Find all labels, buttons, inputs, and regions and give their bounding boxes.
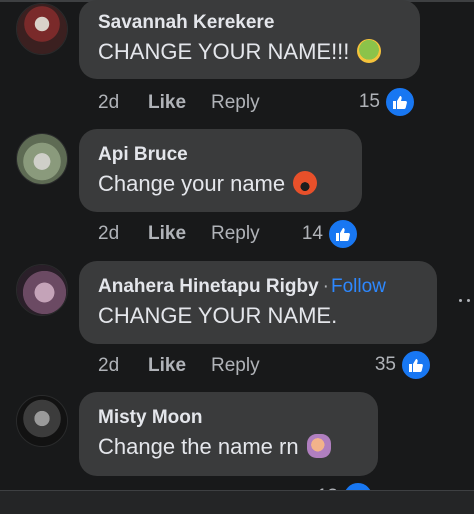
- like-button[interactable]: Like: [148, 221, 186, 247]
- reply-button[interactable]: Reply: [211, 221, 260, 247]
- reaction-summary[interactable]: 14: [297, 218, 359, 250]
- timestamp[interactable]: 2d: [98, 353, 119, 379]
- woman-facepalming-icon: [306, 434, 331, 458]
- reaction-summary[interactable]: 35: [370, 349, 432, 381]
- bottom-bar: [0, 490, 474, 514]
- timestamp[interactable]: 2d: [98, 90, 119, 116]
- reaction-count: 14: [301, 223, 323, 244]
- comment-bubble: Misty Moon Change the name rn: [79, 392, 378, 476]
- reaction-summary[interactable]: 15: [354, 86, 416, 118]
- more-options-icon[interactable]: [455, 295, 474, 305]
- comment-text: CHANGE YOUR NAME!!!: [98, 39, 350, 64]
- reaction-count: 15: [358, 91, 380, 112]
- thumbs-up-icon: [400, 349, 432, 381]
- comment-bubble: Savannah Kerekere CHANGE YOUR NAME!!!: [79, 0, 420, 79]
- timestamp[interactable]: 2d: [98, 221, 119, 247]
- reply-button[interactable]: Reply: [211, 353, 260, 379]
- avatar[interactable]: [16, 264, 68, 316]
- like-button[interactable]: Like: [148, 353, 186, 379]
- comment-text: CHANGE YOUR NAME.: [98, 303, 338, 328]
- thumbs-up-icon: [327, 218, 359, 250]
- reply-button[interactable]: Reply: [211, 90, 260, 116]
- comment-bubble: Anahera Hinetapu Rigby · Follow CHANGE YOU…: [79, 261, 437, 344]
- like-button[interactable]: Like: [148, 90, 186, 116]
- follow-button[interactable]: Follow: [331, 276, 386, 297]
- reaction-count: 35: [374, 354, 396, 375]
- face-with-symbols-on-mouth-icon: [293, 171, 318, 195]
- comment-author[interactable]: Anahera Hinetapu Rigby: [98, 276, 319, 297]
- comment-author[interactable]: Savannah Kerekere: [98, 11, 404, 35]
- comment-bubble: Api Bruce Change your name: [79, 129, 362, 212]
- nauseated-face-icon: [357, 39, 382, 63]
- avatar[interactable]: [16, 395, 68, 447]
- comment-author[interactable]: Misty Moon: [98, 406, 362, 430]
- separator-dot: ·: [322, 276, 329, 297]
- thumbs-up-icon: [384, 86, 416, 118]
- avatar[interactable]: [16, 3, 68, 55]
- comment-text: Change the name rn: [98, 434, 299, 459]
- comment-author[interactable]: Api Bruce: [98, 143, 346, 167]
- comment-text: Change your name: [98, 171, 286, 196]
- avatar[interactable]: [16, 133, 68, 185]
